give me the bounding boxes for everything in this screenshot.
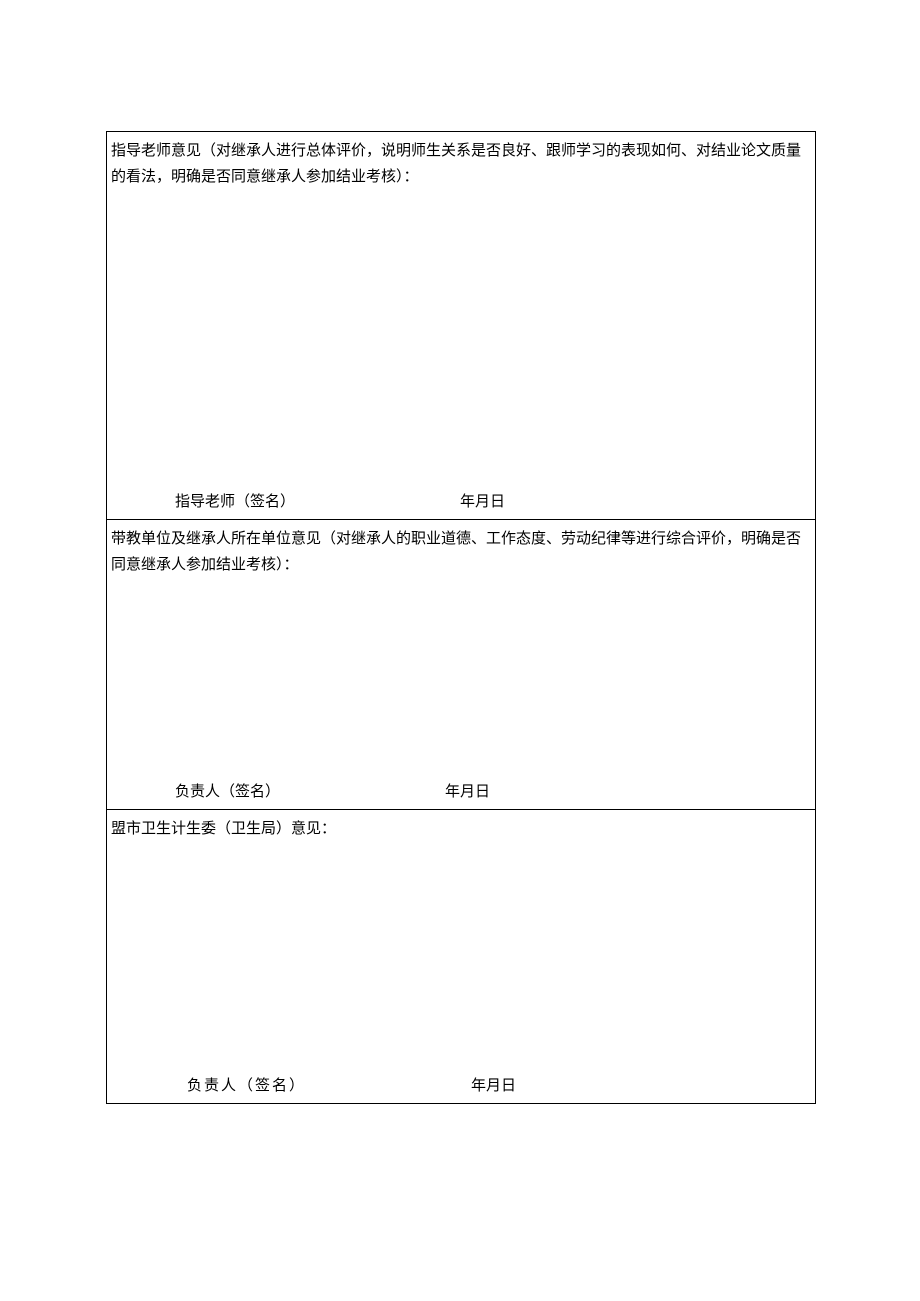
instructor-opinion-heading: 指导老师意见（对继承人进行总体评价，说明师生关系是否良好、跟师学习的表现如何、对… — [111, 138, 811, 191]
bureau-signer-label: 负责人（签名） — [187, 1073, 306, 1099]
instructor-signature-line: 指导老师（签名） 年月日 — [107, 489, 815, 515]
unit-signature-line: 负责人（签名） 年月日 — [107, 779, 815, 805]
unit-signer-label: 负责人（签名） — [175, 779, 280, 805]
instructor-date-label: 年月日 — [460, 489, 505, 515]
unit-date-label: 年月日 — [445, 779, 490, 805]
bureau-signature-line: 负责人（签名） 年月日 — [107, 1073, 815, 1099]
instructor-signer-label: 指导老师（签名） — [175, 489, 295, 515]
evaluation-form-table: 指导老师意见（对继承人进行总体评价，说明师生关系是否良好、跟师学习的表现如何、对… — [106, 131, 816, 1104]
bureau-opinion-heading: 盟市卫生计生委（卫生局）意见： — [111, 816, 811, 842]
bureau-date-label: 年月日 — [471, 1073, 516, 1099]
bureau-opinion-cell: 盟市卫生计生委（卫生局）意见： 负责人（签名） 年月日 — [107, 810, 816, 1104]
unit-opinion-cell: 带教单位及继承人所在单位意见（对继承人的职业道德、工作态度、劳动纪律等进行综合评… — [107, 520, 816, 810]
unit-opinion-heading: 带教单位及继承人所在单位意见（对继承人的职业道德、工作态度、劳动纪律等进行综合评… — [111, 526, 811, 579]
instructor-opinion-cell: 指导老师意见（对继承人进行总体评价，说明师生关系是否良好、跟师学习的表现如何、对… — [107, 132, 816, 520]
